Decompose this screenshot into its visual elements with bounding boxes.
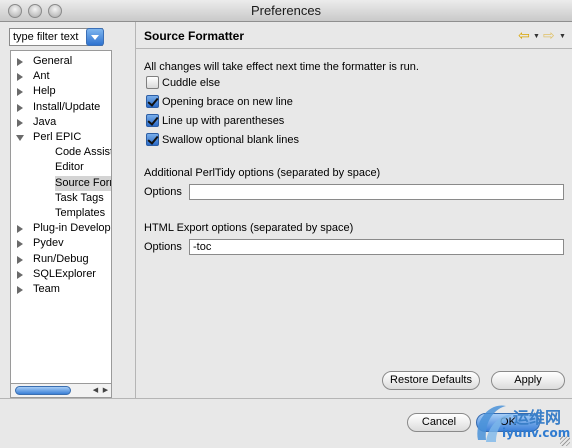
tree-item[interactable]: Task Tags (11, 191, 111, 206)
collapsed-triangle-icon[interactable] (17, 240, 23, 249)
tree-item[interactable]: Code Assist (11, 145, 111, 160)
back-arrow-icon[interactable]: ⇦ (518, 27, 530, 44)
tree-item-label: Task Tags (55, 191, 104, 204)
checkbox-label: Opening brace on new line (162, 96, 293, 108)
restore-defaults-button[interactable]: Restore Defaults (382, 371, 480, 390)
tree-item-label: Java (33, 115, 57, 128)
tree-item[interactable]: SQLExplorer (11, 267, 111, 282)
back-dropdown-icon[interactable]: ▼ (533, 33, 540, 40)
tree-item[interactable]: Java (11, 115, 111, 130)
tree-item[interactable]: Source Form (11, 175, 111, 191)
tree-item-label: Ant (33, 70, 50, 83)
tree-item-label: Editor (55, 161, 84, 174)
tree-item[interactable]: Templates (11, 206, 111, 221)
tree-item-label: Source Form (55, 175, 111, 191)
tree-item-label: SQLExplorer (33, 267, 96, 280)
window-title: Preferences (250, 3, 322, 18)
tree-item[interactable]: Perl EPIC (11, 130, 111, 145)
apply-button[interactable]: Apply (491, 371, 565, 390)
tree-horizontal-scrollbar[interactable]: ◀ ▶ (10, 384, 112, 398)
scroll-right-icon[interactable]: ▶ (101, 386, 110, 395)
panel-divider[interactable] (135, 22, 136, 398)
filter-dropdown-button[interactable] (86, 28, 104, 46)
scroll-left-icon[interactable]: ◀ (91, 386, 100, 395)
cancel-button[interactable]: Cancel (407, 413, 471, 432)
footer-separator (0, 398, 572, 399)
html-export-options-heading: HTML Export options (separated by space) (144, 222, 354, 234)
collapsed-triangle-icon[interactable] (17, 118, 23, 127)
tree-item-label: Install/Update (33, 100, 101, 113)
tree-item-label: Pydev (33, 237, 64, 250)
collapsed-triangle-icon[interactable] (17, 225, 23, 234)
collapsed-triangle-icon[interactable] (17, 88, 23, 97)
checkbox[interactable] (146, 133, 159, 146)
expanded-triangle-icon[interactable] (16, 135, 24, 141)
tree-item[interactable]: Install/Update (11, 100, 111, 115)
checkbox-label: Line up with parentheses (162, 115, 285, 127)
tree-item[interactable]: Run/Debug (11, 252, 111, 267)
collapsed-triangle-icon[interactable] (17, 58, 23, 66)
collapsed-triangle-icon[interactable] (17, 103, 23, 112)
watermark-text: 运维网 (513, 408, 562, 427)
perltidy-options-label: Options (144, 186, 182, 198)
tree-item[interactable]: Help (11, 84, 111, 99)
tree-item-label: Run/Debug (33, 252, 89, 265)
checkbox-label: Cuddle else (162, 77, 221, 89)
tree-item[interactable]: General (11, 54, 111, 69)
checkbox[interactable] (146, 114, 159, 127)
preferences-tree[interactable]: General Ant Help Install/Update Java Perl EPI… (10, 50, 112, 384)
html-export-options-label: Options (144, 241, 182, 253)
tree-item-label: Team (33, 283, 60, 295)
tree-item[interactable]: Pydev (11, 236, 111, 251)
scrollbar-thumb[interactable] (15, 386, 71, 395)
tree-item[interactable]: Ant (11, 69, 111, 84)
tree-item[interactable]: Editor (11, 160, 111, 175)
tree-item-label: General (33, 55, 73, 67)
tree-item-label: Perl EPIC (33, 131, 82, 143)
info-note: All changes will take effect next time t… (144, 61, 419, 73)
tree-item-label: Plug-in Developm (33, 222, 112, 235)
html-export-options-input[interactable]: -toc (189, 239, 564, 255)
checkbox[interactable] (146, 95, 159, 108)
header-separator (136, 48, 572, 49)
checkbox[interactable] (146, 76, 159, 89)
collapsed-triangle-icon[interactable] (17, 255, 23, 264)
tree-item[interactable]: Plug-in Developm (11, 221, 111, 236)
forward-arrow-icon[interactable]: ⇨ (543, 27, 555, 44)
tree-item-label: Help (33, 85, 56, 98)
resize-grip-icon[interactable] (560, 436, 570, 446)
collapsed-triangle-icon[interactable] (17, 286, 23, 294)
forward-dropdown-icon[interactable]: ▼ (559, 33, 566, 40)
page-title: Source Formatter (144, 29, 245, 43)
title-bar: Preferences (0, 0, 572, 22)
perltidy-options-input[interactable] (189, 184, 564, 200)
tree-item-label: Templates (55, 207, 106, 219)
collapsed-triangle-icon[interactable] (17, 73, 23, 82)
collapsed-triangle-icon[interactable] (17, 270, 23, 279)
tree-item[interactable]: Team (11, 282, 111, 297)
checkbox-label: Swallow optional blank lines (162, 134, 299, 146)
perltidy-options-heading: Additional PerlTidy options (separated b… (144, 167, 381, 179)
tree-item-label: Code Assist (55, 146, 112, 159)
